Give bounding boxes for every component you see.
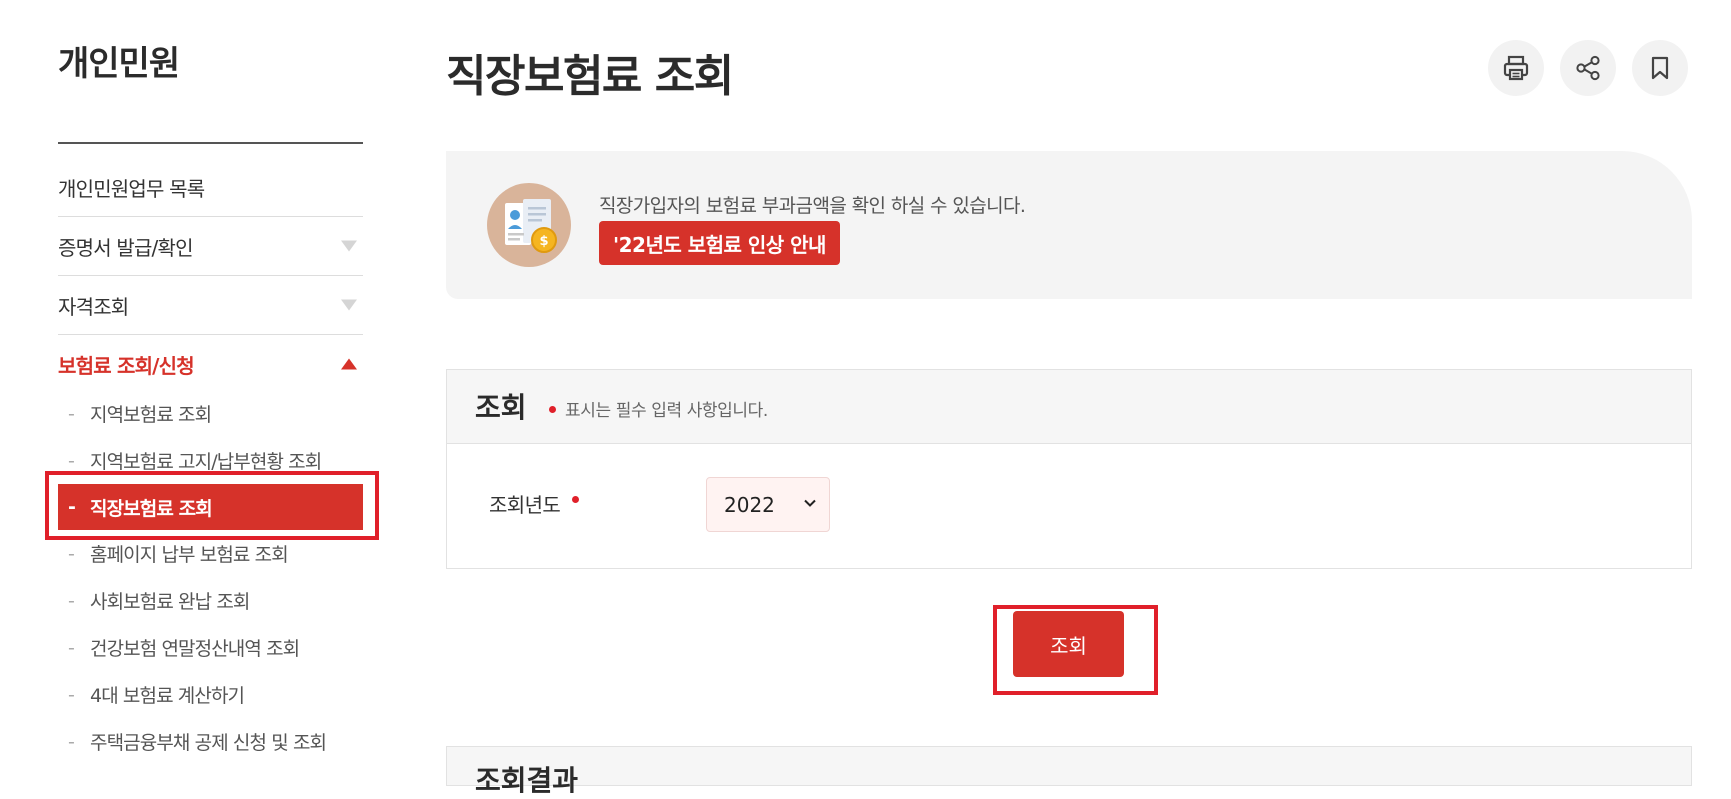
submenu-item-housing-debt[interactable]: - 주택금융부채 공제 신청 및 조회 [58,718,363,765]
share-button[interactable] [1560,40,1616,96]
submenu-item-full-payment[interactable]: - 사회보험료 완납 조회 [58,577,363,624]
submenu-item-year-end[interactable]: - 건강보험 연말정산내역 조회 [58,624,363,671]
required-dot-icon [549,406,556,413]
form-title: 조회 [475,391,527,424]
document-coin-icon: $ [487,183,571,267]
sidebar-item-premium[interactable]: 보험료 조회/신청 [58,335,363,393]
triangle-up-icon [341,358,357,370]
sidebar-item-label: 보험료 조회/신청 [58,353,195,378]
form-header: 조회 표시는 필수 입력 사항입니다. [447,370,1691,444]
dash-bullet: - [68,402,75,425]
result-section: 조회결과 [446,746,1692,797]
dash-bullet: - [68,683,75,706]
submenu-item-workplace-premium[interactable]: - 직장보험료 조회 [58,484,363,530]
submenu-item-regional-premium[interactable]: - 지역보험료 조회 [58,390,363,437]
sidebar-item-label: 자격조회 [58,294,129,319]
search-button[interactable]: 조회 [1013,611,1124,677]
bookmark-icon [1651,56,1669,80]
share-icon [1576,55,1600,81]
chevron-down-icon [804,499,816,507]
form-row-year: 조회년도 2022 [447,444,1691,569]
submenu-item-label: 홈페이지 납부 보험료 조회 [90,544,289,566]
submenu-item-homepage-payment[interactable]: - 홈페이지 납부 보험료 조회 [58,530,363,577]
submenu-item-label: 주택금융부채 공제 신청 및 조회 [90,732,327,754]
required-note: 표시는 필수 입력 사항입니다. [565,401,768,421]
sidebar-item-eligibility[interactable]: 자격조회 [58,276,363,335]
sidebar-item-civil-list[interactable]: 개인민원업무 목록 [58,158,363,217]
submenu-item-label: 사회보험료 완납 조회 [90,591,250,613]
submenu-item-label: 건강보험 연말정산내역 조회 [90,638,300,660]
bookmark-button[interactable] [1632,40,1688,96]
dash-bullet: - [68,589,75,612]
dash-bullet: - [68,449,75,472]
print-button[interactable] [1488,40,1544,96]
submenu-item-calculator[interactable]: - 4대 보험료 계산하기 [58,671,363,718]
submenu-item-label: 직장보험료 조회 [90,497,213,520]
submenu-item-label: 지역보험료 조회 [90,404,212,426]
triangle-down-icon [341,299,357,311]
year-select-value: 2022 [724,492,775,517]
result-title: 조회결과 [475,764,579,797]
sidebar-item-label: 증명서 발급/확인 [58,235,194,260]
notice-text: 직장가입자의 보험료 부과금액을 확인 하실 수 있습니다. [599,195,1026,217]
sidebar-item-certificates[interactable]: 증명서 발급/확인 [58,217,363,276]
dash-bullet: - [68,730,75,753]
sidebar-submenu: - 지역보험료 조회 - 지역보험료 고지/납부현황 조회 - 직장보험료 조회… [58,390,363,765]
sidebar-menu: 개인민원업무 목록 증명서 발급/확인 자격조회 보험료 조회/신청 [58,158,363,393]
submenu-item-label: 지역보험료 고지/납부현황 조회 [90,451,322,473]
required-dot-icon [572,496,579,503]
submenu-item-regional-notice[interactable]: - 지역보험료 고지/납부현황 조회 [58,437,363,484]
submenu-item-label: 4대 보험료 계산하기 [90,685,245,707]
dash-bullet: - [68,496,76,518]
notice-panel: $ 직장가입자의 보험료 부과금액을 확인 하실 수 있습니다. '22년도 보… [446,151,1692,299]
premium-increase-notice-link[interactable]: '22년도 보험료 인상 안내 [599,221,840,265]
printer-icon [1503,55,1529,81]
dash-bullet: - [68,542,75,565]
year-label: 조회년도 [489,493,561,517]
triangle-down-icon [341,240,357,252]
page-title: 직장보험료 조회 [446,51,734,102]
sidebar-divider [58,142,363,144]
dash-bullet: - [68,636,75,659]
svg-text:$: $ [539,234,548,249]
sidebar-item-label: 개인민원업무 목록 [58,176,205,201]
sidebar-title: 개인민원 [58,44,180,84]
year-select[interactable]: 2022 [706,477,830,532]
search-form: 조회 표시는 필수 입력 사항입니다. 조회년도 2022 [446,369,1692,569]
